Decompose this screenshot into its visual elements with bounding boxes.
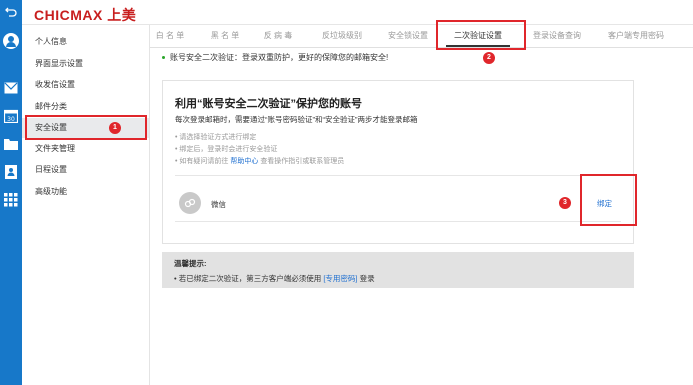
sidebar-item-display[interactable]: 界面显示设置 — [22, 54, 149, 74]
tab-security-lock[interactable]: 安全锁设置 — [378, 25, 438, 47]
two-factor-card: 利用“账号安全二次验证”保护您的账号 每次登录邮箱时，需要通过“账号密码验证”和… — [162, 80, 634, 244]
bullet-item-help: • 如有疑问请前往 帮助中心 查看操作指引或联系管理员 — [175, 158, 345, 165]
svg-text:30: 30 — [7, 116, 15, 123]
dedicated-password-link[interactable]: [专用密码] — [323, 274, 357, 283]
top-bar: CHICMAX 上美 — [22, 0, 693, 25]
apps-grid-icon[interactable] — [3, 192, 19, 208]
avatar-icon[interactable] — [3, 33, 19, 49]
tip-title: 温馨提示: — [174, 259, 207, 268]
highlight-box-two-factor-tab — [436, 20, 526, 50]
brand-logo: CHICMAX 上美 — [34, 7, 137, 23]
tip-box: 温馨提示: • 若已绑定二次验证，第三方客户端必须使用 [专用密码] 登录 — [162, 252, 634, 288]
card-title: 利用“账号安全二次验证”保护您的账号 — [175, 98, 362, 110]
tab-antivirus[interactable]: 反 病 毒 — [258, 25, 298, 47]
sidebar-item-mail-sending[interactable]: 收发信设置 — [22, 75, 149, 95]
step-badge-3: 3 — [559, 197, 571, 209]
security-tabs: 白 名 单 黑 名 单 反 病 毒 反垃圾级别 安全锁设置 二次验证设置 登录设… — [150, 25, 693, 48]
divider — [175, 175, 621, 176]
divider — [175, 221, 621, 222]
wechat-method-label: 微信 — [211, 200, 226, 209]
wechat-icon — [179, 192, 201, 214]
settings-sidebar: 个人信息 界面显示设置 收发信设置 邮件分类 安全设置 文件夹管理 日程设置 高… — [22, 25, 150, 385]
sidebar-item-schedule[interactable]: 日程设置 — [22, 160, 149, 180]
sidebar-item-mail-category[interactable]: 邮件分类 — [22, 97, 149, 117]
tab-blacklist[interactable]: 黑 名 单 — [205, 25, 245, 47]
mail-icon[interactable] — [3, 80, 19, 96]
step-badge-1: 1 — [109, 122, 121, 134]
calendar-icon[interactable]: 30 — [3, 108, 19, 124]
tab-client-password[interactable]: 客户端专用密码 — [600, 25, 672, 47]
help-center-link[interactable]: 帮助中心 — [230, 158, 258, 165]
card-subtitle: 每次登录邮箱时，需要通过“账号密码验证”和“安全验证”两步才能登录邮箱 — [175, 115, 418, 124]
step-badge-2: 2 — [483, 52, 495, 64]
tab-login-devices[interactable]: 登录设备查询 — [524, 25, 590, 47]
sidebar-item-folders[interactable]: 文件夹管理 — [22, 139, 149, 159]
contacts-icon[interactable] — [3, 164, 19, 180]
tab-anti-spam[interactable]: 反垃圾级别 — [312, 25, 372, 47]
back-icon[interactable] — [3, 4, 19, 20]
sidebar-item-profile[interactable]: 个人信息 — [22, 32, 149, 52]
highlight-box-bind — [580, 174, 637, 226]
bullet-item: • 请选择验证方式进行绑定 — [175, 134, 257, 141]
tip-text: • 若已绑定二次验证，第三方客户端必须使用 [专用密码] 登录 — [174, 274, 375, 283]
security-notice: 账号安全二次验证：登录双重防护，更好的保障您的邮箱安全! — [162, 52, 388, 63]
notice-text: 账号安全二次验证：登录双重防护，更好的保障您的邮箱安全! — [170, 53, 389, 62]
app-rail: 30 — [0, 0, 22, 385]
highlight-box-security — [25, 115, 147, 140]
folder-icon[interactable] — [3, 136, 19, 152]
notice-dot-icon — [162, 56, 165, 60]
bullet-item: • 绑定后，登录时会进行安全验证 — [175, 146, 278, 153]
sidebar-item-advanced[interactable]: 高级功能 — [22, 182, 149, 202]
tab-whitelist[interactable]: 白 名 单 — [150, 25, 190, 47]
